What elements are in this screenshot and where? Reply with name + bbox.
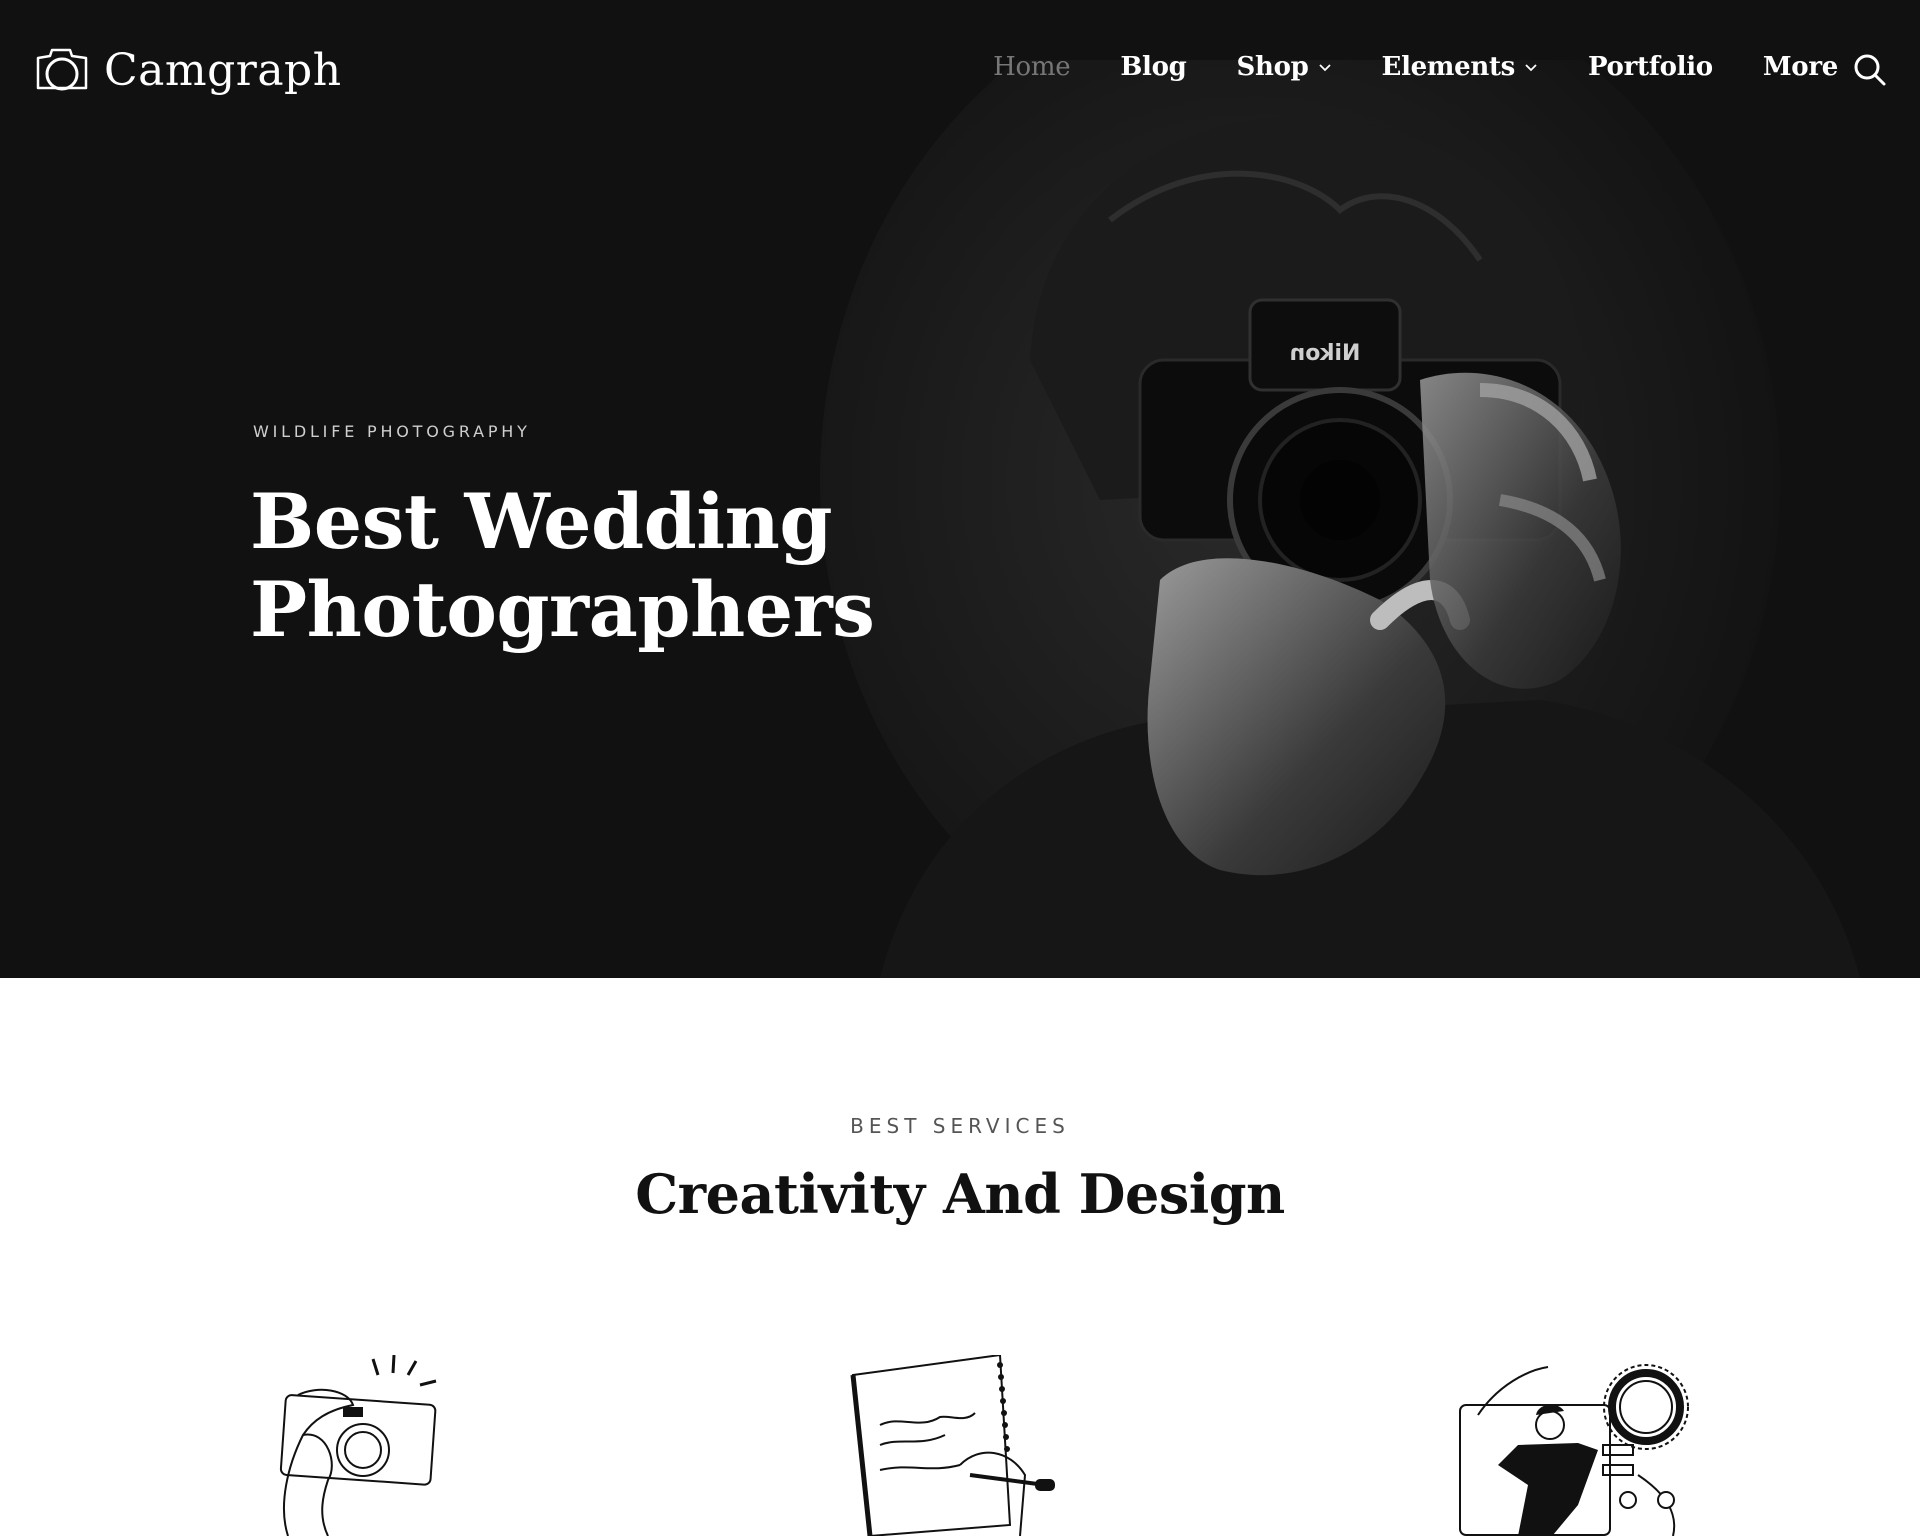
- hero-title-line-1: Best Wedding: [250, 477, 833, 566]
- hand-holding-camera-illustration: [279, 1355, 437, 1536]
- nav-label: Home: [993, 52, 1071, 82]
- hero-title-line-2: Photographers: [250, 565, 875, 654]
- camera-outline-icon: [36, 48, 88, 91]
- services-eyebrow: BEST SERVICES: [850, 1114, 1070, 1138]
- nav-item-blog[interactable]: Blog: [1120, 52, 1186, 82]
- nav-item-home[interactable]: Home: [993, 52, 1070, 82]
- hand-writing-notebook-illustration: [850, 1355, 1055, 1536]
- nav-item-elements[interactable]: Elements: [1382, 52, 1538, 82]
- nav-label: Shop: [1236, 52, 1309, 82]
- brand-name: Camgraph: [104, 44, 342, 96]
- site-logo[interactable]: Camgraph: [34, 44, 342, 96]
- chevron-down-icon: [1318, 64, 1331, 72]
- services-title: Creativity And Design: [635, 1162, 1285, 1226]
- camera-brand-label: Nikon: [1290, 341, 1361, 366]
- nav-label: More: [1762, 52, 1838, 82]
- search-icon[interactable]: [1852, 52, 1888, 88]
- hero-section: Nikon Camgraph Home Blog Shop Elements P…: [0, 0, 1920, 978]
- hero-title: Best Wedding Photographers: [250, 477, 875, 654]
- nav-label: Elements: [1381, 52, 1516, 82]
- main-nav: Home Blog Shop Elements Portfolio More: [943, 52, 1838, 82]
- nav-item-more[interactable]: More: [1763, 52, 1838, 82]
- hero-eyebrow: WILDLIFE PHOTOGRAPHY: [253, 422, 531, 441]
- team-dashboard-illustration: [1459, 1364, 1689, 1536]
- site-header: Camgraph Home Blog Shop Elements Portfol…: [0, 0, 1920, 140]
- nav-label: Blog: [1120, 52, 1187, 82]
- chevron-down-icon: [1525, 64, 1537, 72]
- nav-item-shop[interactable]: Shop: [1237, 52, 1332, 82]
- nav-item-portfolio[interactable]: Portfolio: [1588, 52, 1713, 82]
- nav-label: Portfolio: [1588, 52, 1713, 82]
- hero-photographer-image: Nikon: [780, 60, 1920, 978]
